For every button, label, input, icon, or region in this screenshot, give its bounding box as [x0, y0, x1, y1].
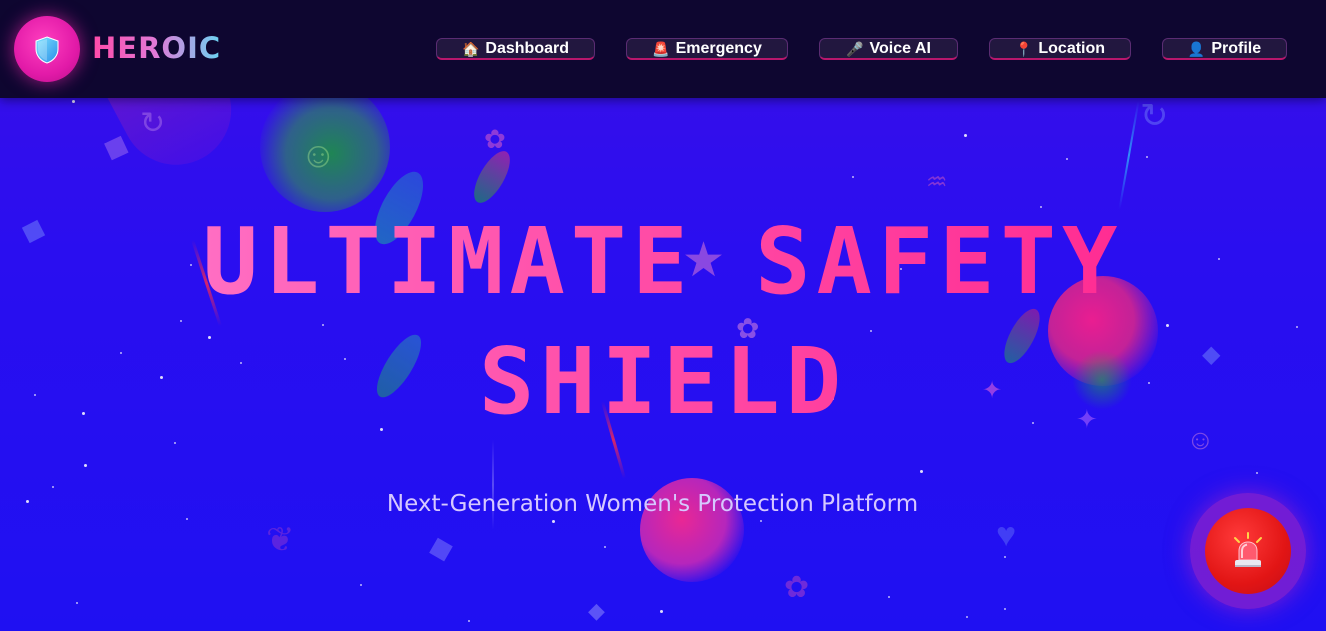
star-dot — [468, 620, 470, 622]
nav-profile-button[interactable]: 👤 Profile — [1162, 38, 1287, 60]
star-dot — [760, 520, 762, 522]
brand-logo[interactable] — [14, 16, 80, 82]
nav-location-button[interactable]: 📍 Location — [989, 38, 1131, 60]
star-dot — [52, 486, 54, 488]
flower-glyph: ✿ — [784, 571, 810, 604]
diamond-glyph: ◆ — [423, 526, 457, 568]
nav-label: Dashboard — [485, 39, 569, 57]
hero-title-line-1: ULTIMATE SAFETY — [0, 212, 1326, 312]
user-icon: 👤 — [1187, 40, 1206, 57]
nav-label: Emergency — [675, 39, 762, 57]
siren-icon: 🚨 — [652, 40, 670, 57]
nav-voice-ai-button[interactable]: 🎤 Voice AI — [819, 38, 958, 60]
star-dot — [1296, 326, 1298, 328]
nav-label: Profile — [1211, 39, 1262, 57]
star-dot — [920, 470, 923, 473]
star-dot — [186, 518, 188, 520]
star-dot — [1166, 324, 1169, 327]
star-dot — [660, 610, 663, 613]
star-dot — [888, 596, 890, 598]
star-dot — [72, 100, 75, 103]
nav-label: Location — [1038, 39, 1106, 57]
hero-title-line-2: SHIELD — [0, 332, 1326, 432]
diamond-glyph: ◆ — [98, 123, 136, 169]
star-dot — [360, 584, 362, 586]
streak-line — [1118, 100, 1140, 210]
ring-glyph: ↻ — [1140, 97, 1169, 135]
star-dot — [76, 602, 78, 604]
house-icon: 🏠 — [461, 40, 480, 57]
ellipse-shape — [467, 145, 517, 209]
star-dot — [180, 320, 182, 322]
star-dot — [1066, 158, 1068, 160]
star-dot — [1256, 472, 1258, 474]
star-dot — [966, 616, 968, 618]
nav-emergency-button[interactable]: 🚨 Emergency — [626, 38, 788, 60]
face-glyph: ☺ — [300, 134, 337, 175]
map-pin-icon: 📍 — [1014, 40, 1033, 57]
star-dot — [552, 520, 555, 523]
brand-name[interactable]: HEROIC — [92, 31, 221, 65]
star-dot — [322, 324, 324, 326]
glow-orb — [260, 82, 390, 212]
fish-glyph: ♒ — [926, 169, 948, 196]
star-dot — [964, 134, 967, 137]
star-dot — [84, 464, 87, 467]
heart-glyph: ♥ — [996, 516, 1017, 554]
top-navigation-bar: HEROIC 🏠 Dashboard 🚨 Emergency 🎤 Voice A… — [0, 0, 1326, 98]
star-dot — [604, 546, 606, 548]
star-dot — [1146, 156, 1148, 158]
diamond-glyph: ◆ — [588, 598, 605, 623]
microphone-icon: 🎤 — [846, 40, 864, 57]
star-dot — [1004, 556, 1006, 558]
butterfly-glyph: ❦ — [266, 521, 295, 559]
nav-dashboard-button[interactable]: 🏠 Dashboard — [436, 38, 595, 60]
star-dot — [174, 442, 176, 444]
star-dot — [1004, 608, 1006, 610]
hero-subtitle: Next-Generation Women's Protection Platf… — [386, 491, 919, 517]
nav-label: Voice AI — [869, 39, 931, 57]
flower-glyph: ✿ — [484, 124, 506, 154]
sos-emergency-button[interactable] — [1205, 508, 1291, 594]
ring-glyph: ↻ — [140, 107, 166, 140]
star-dot — [852, 176, 854, 178]
